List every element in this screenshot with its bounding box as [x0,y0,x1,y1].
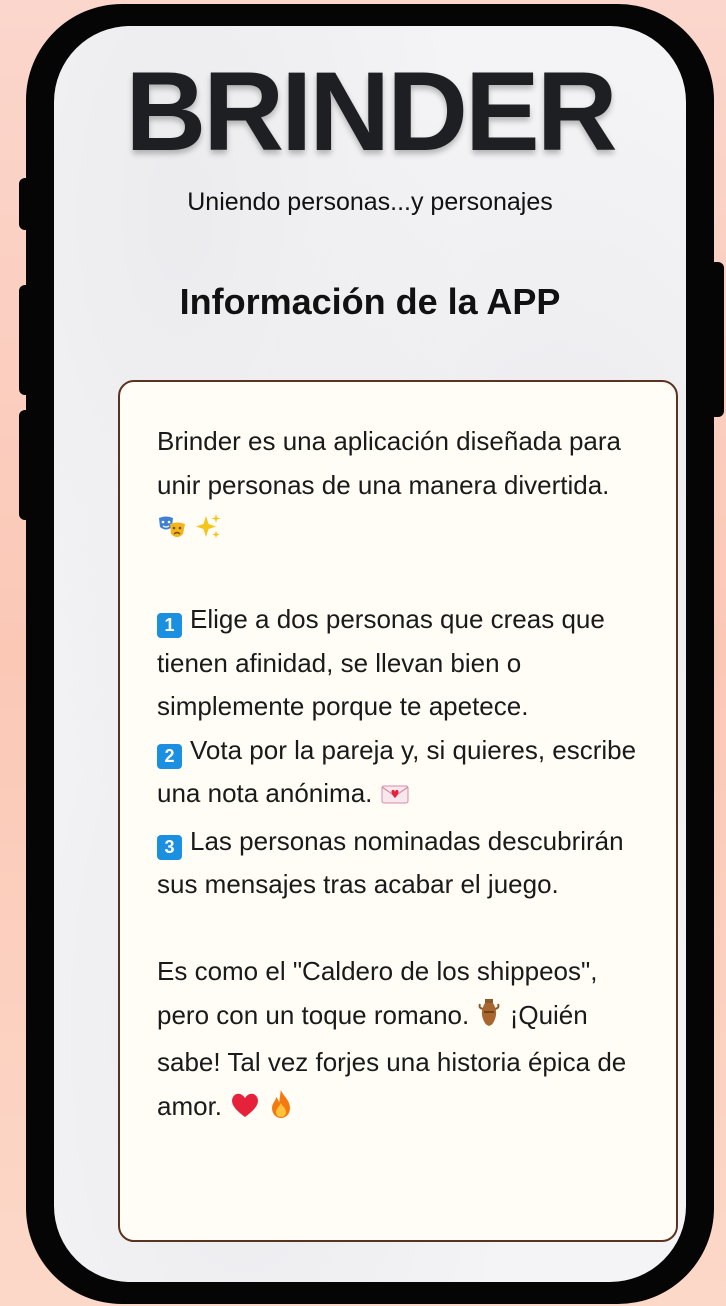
sparkles-icon [194,511,222,555]
intro-paragraph: Brinder es una aplicación diseñada para … [157,420,644,555]
step-1-text: Elige a dos personas que creas que tiene… [157,604,605,721]
amphora-icon [476,998,502,1042]
phone-frame: BRINDER Uniendo personas...y personajes … [26,4,714,1304]
red-heart-icon [229,1089,261,1133]
step-3: 3 Las personas nominadas descubrirán sus … [157,820,644,907]
step-3-text: Las personas nominadas descubrirán sus m… [157,825,624,900]
fire-icon [269,1089,293,1133]
app-title: BRINDER [125,49,617,174]
section-title: Información de la APP [179,281,561,322]
app-subtitle: Uniendo personas...y personajes [187,188,553,216]
step-3-badge: 3 [157,834,182,860]
app-screen: BRINDER Uniendo personas...y personajes … [54,26,686,1282]
step-1-badge: 1 [157,613,182,638]
info-card: Brinder es una aplicación diseñada para … [118,380,678,1242]
theater-masks-icon [157,511,187,555]
outro-paragraph: Es como el "Caldero de los shippeos", pe… [157,950,644,1132]
intro-text: Brinder es una aplicación diseñada para … [157,426,621,500]
step-2: 2 Vota por la pareja y, si quieres, escri… [157,729,644,820]
step-2-badge: 2 [157,743,182,769]
step-1: 1 Elige a dos personas que creas que tien… [157,598,644,729]
love-letter-icon [380,776,410,820]
